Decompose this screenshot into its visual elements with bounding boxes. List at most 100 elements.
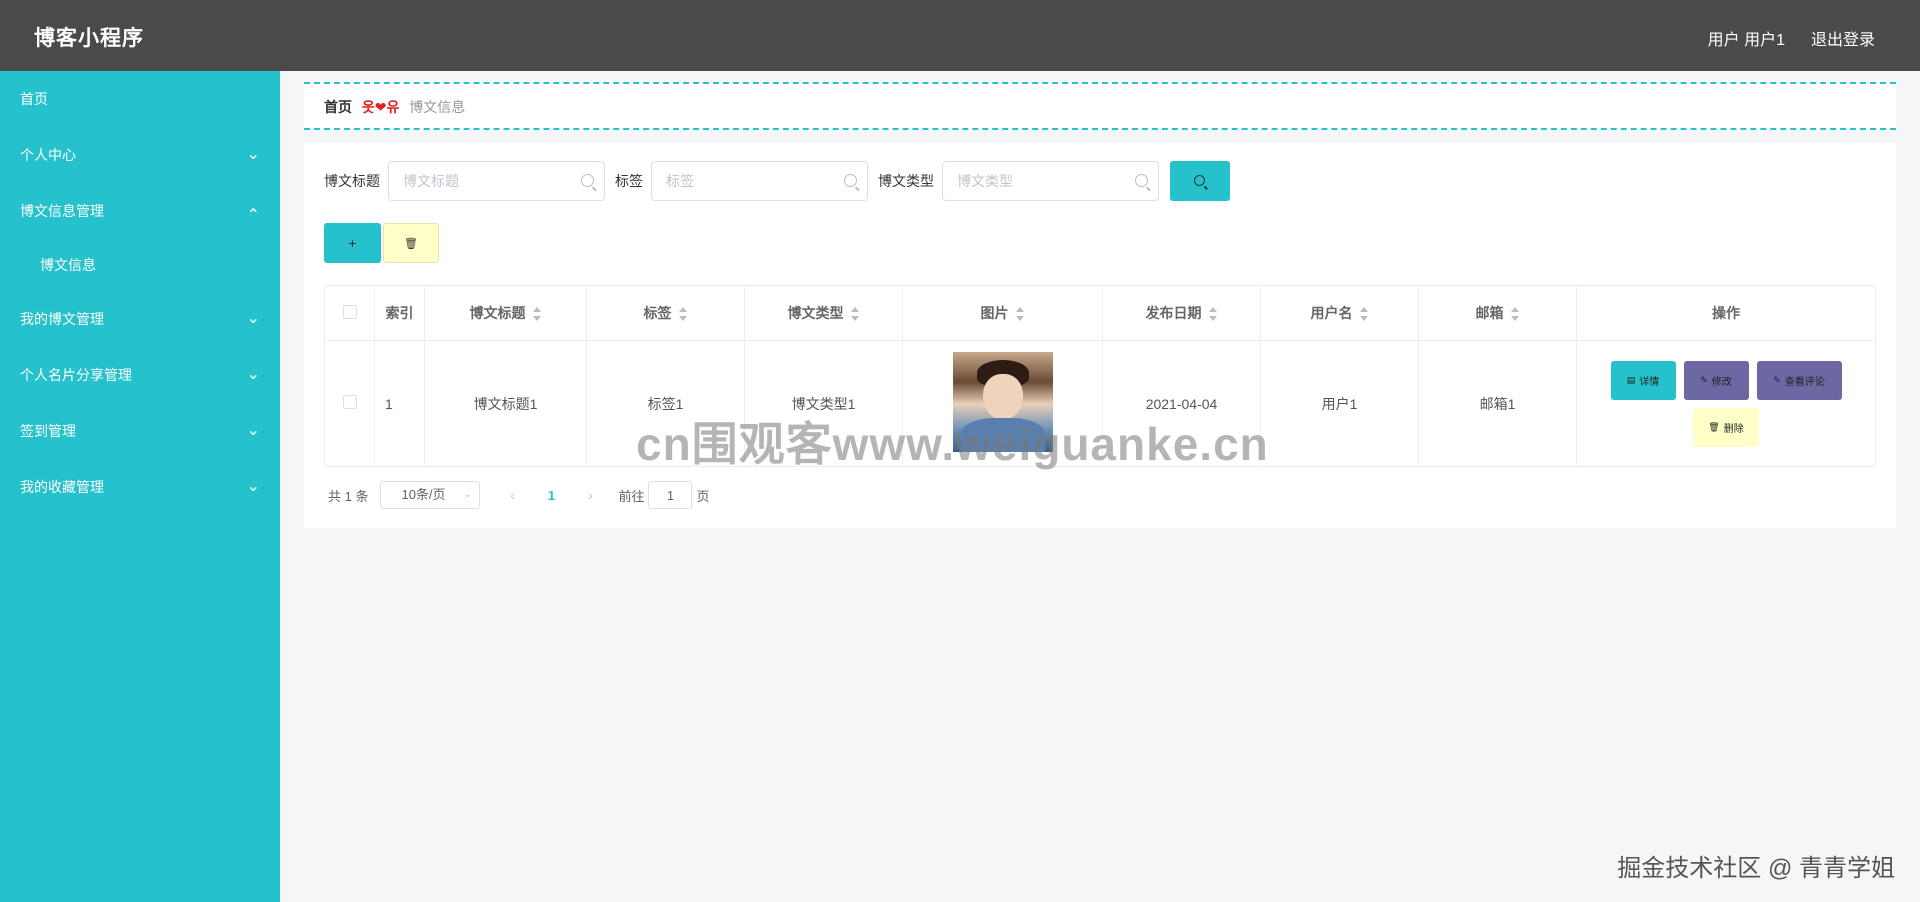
row-title: 博文标题1 [424,340,587,467]
column-header-label: 发布日期 [1145,305,1202,321]
row-email: 邮箱1 [1418,340,1577,467]
sort-icon[interactable] [1015,307,1025,322]
select-all-checkbox[interactable] [342,304,357,319]
tag-search-label: 标签 [615,173,643,189]
sidebar-item-label: 我的收藏管理 [20,479,104,495]
sidebar-item-post-management[interactable]: 博文信息管理 [0,183,280,239]
app-title: 博客小程序 [34,27,144,50]
column-header-username[interactable]: 用户名 [1260,285,1419,341]
edit-button[interactable]: ✎ 修改 [1683,360,1749,400]
goto-page-input[interactable] [648,481,693,509]
select-all-header [324,285,375,341]
prev-page-button[interactable]: ‹ [498,487,526,503]
trash-icon: 🗑 [404,238,418,250]
type-search-input[interactable] [943,162,1158,200]
action-row: + 🗑 [324,223,439,263]
sidebar-item-home[interactable]: 首页 [0,71,280,127]
column-header-label: 标签 [643,305,672,321]
search-button[interactable] [1170,161,1230,201]
column-header-label: 图片 [980,305,1009,321]
row-checkbox[interactable] [342,395,357,409]
page-number-current[interactable]: 1 [526,488,576,503]
delete-label: 删除 [1723,423,1744,435]
breadcrumb-home[interactable]: 首页 [324,99,352,115]
batch-delete-button[interactable]: 🗑 [383,223,439,263]
column-header-title[interactable]: 博文标题 [424,285,587,341]
sidebar-item-post-info[interactable]: 博文信息 [0,239,280,291]
search-icon [1194,175,1205,186]
page-unit-label: 页 [696,488,710,504]
chevron-down-icon [247,459,260,515]
breadcrumb-current: 博文信息 [409,99,466,115]
sidebar-item-label: 博文信息 [40,257,96,273]
view-comments-button[interactable]: ✎ 查看评论 [1756,360,1842,400]
search-icon [581,174,594,187]
row-action-group: ▤ 详情 ✎ 修改 ✎ 查看评论 🗑 删除 [1606,360,1846,447]
chevron-down-icon [247,291,260,347]
tag-search-input[interactable] [652,162,867,200]
search-icon [844,174,857,187]
column-header-label: 博文标题 [469,305,526,321]
sort-icon[interactable] [1208,307,1218,322]
view-comments-label: 查看评论 [1784,376,1825,388]
column-header-type[interactable]: 博文类型 [744,285,903,341]
sort-icon[interactable] [1510,307,1520,322]
column-header-date[interactable]: 发布日期 [1102,285,1261,341]
column-header-email[interactable]: 邮箱 [1418,285,1577,341]
goto-label: 前往 [618,488,645,504]
edit-icon: ✎ [1773,374,1781,385]
add-button[interactable]: + [324,223,381,263]
chevron-down-icon [247,127,260,183]
current-user: 用户 用户1 [1707,32,1785,49]
sidebar-item-my-posts[interactable]: 我的博文管理 [0,291,280,347]
column-header-label: 用户名 [1310,305,1353,321]
sidebar-item-label: 个人名片分享管理 [20,367,132,383]
chevron-down-icon: ⌄ [463,489,472,500]
pagination: 共 1 条 10条/页 ⌄ ‹ 1 › 前往 页 [328,481,710,509]
row-select-cell [324,340,375,467]
sidebar-item-label: 首页 [20,91,48,107]
document-icon: ▤ [1626,374,1636,385]
sort-icon[interactable] [1359,307,1369,322]
column-header-tag[interactable]: 标签 [586,285,745,341]
column-header-image[interactable]: 图片 [902,285,1103,341]
total-count: 共 1 条 [328,488,369,504]
title-search-box [388,161,605,201]
sidebar-item-label: 博文信息管理 [20,203,104,219]
trash-icon: 🗑 [1708,421,1720,432]
edit-icon: ✎ [1700,374,1708,385]
sidebar-item-favorites[interactable]: 我的收藏管理 [0,459,280,515]
edit-label: 修改 [1711,376,1732,388]
sidebar-item-personal-center[interactable]: 个人中心 [0,127,280,183]
table-header-row: 索引 博文标题 标签 博文类型 图片 发布日期 用户名 邮箱 操作 [324,285,1876,341]
logout-link[interactable]: 退出登录 [1811,26,1875,50]
sidebar-item-label: 我的博文管理 [20,311,104,327]
search-icon [1135,174,1148,187]
delete-button[interactable]: 🗑 删除 [1693,407,1759,447]
detail-button[interactable]: ▤ 详情 [1610,360,1676,400]
sidebar-item-label: 签到管理 [20,423,76,439]
sidebar-item-checkin[interactable]: 签到管理 [0,403,280,459]
sort-icon[interactable] [532,307,542,322]
row-actions: ▤ 详情 ✎ 修改 ✎ 查看评论 🗑 删除 [1576,340,1876,467]
row-index: 1 [374,340,425,467]
page-size-value: 10条/页 [401,487,446,502]
type-search-label: 博文类型 [878,173,934,189]
next-page-button[interactable]: › [576,487,604,503]
top-header: 博客小程序 用户 用户1 退出登录 [0,0,1920,71]
sidebar-item-card-share[interactable]: 个人名片分享管理 [0,347,280,403]
breadcrumb-bar: 首页 옷❤유 博文信息 [304,82,1896,130]
chevron-down-icon [247,347,260,403]
tag-search-box [651,161,868,201]
page-size-select[interactable]: 10条/页 ⌄ [380,481,481,509]
title-search-input[interactable] [389,162,604,200]
column-header-label: 邮箱 [1475,305,1504,321]
sidebar-item-label: 个人中心 [20,147,76,163]
search-form: 博文标题 标签 博文类型 [324,161,1230,201]
column-header-index: 索引 [374,285,425,341]
sort-icon[interactable] [850,307,860,322]
chevron-down-icon [247,403,260,459]
sort-icon[interactable] [678,307,688,322]
detail-label: 详情 [1639,376,1660,388]
breadcrumb: 首页 옷❤유 博文信息 [324,97,465,117]
